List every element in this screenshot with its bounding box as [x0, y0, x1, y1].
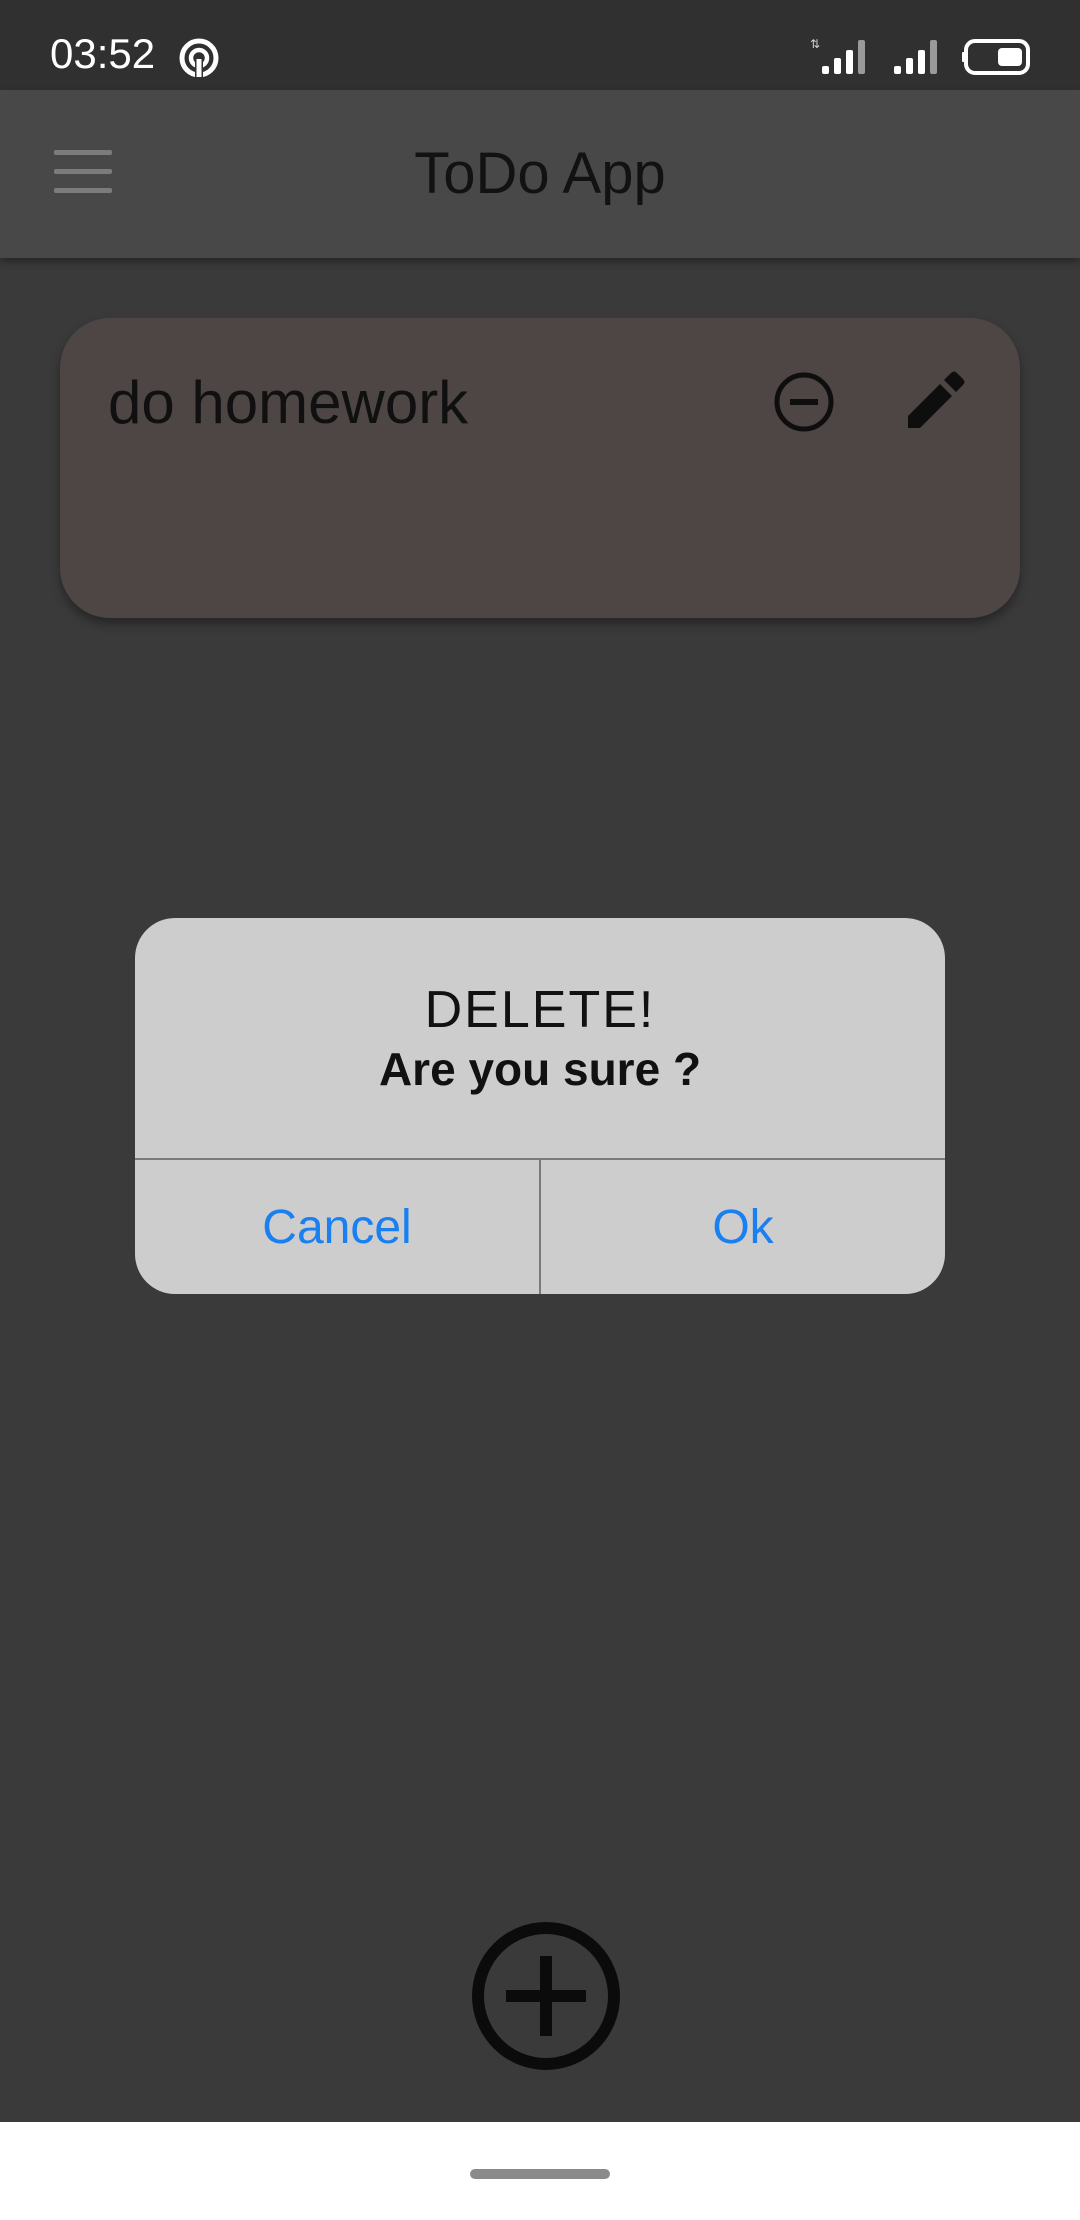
system-nav-bar	[0, 2122, 1080, 2220]
home-gesture-handle[interactable]	[470, 2169, 610, 2179]
status-bar: 03:52 ⇅	[0, 0, 1080, 90]
dialog-title: DELETE!	[424, 981, 656, 1039]
page-title: ToDo App	[414, 141, 666, 206]
ok-button[interactable]: Ok	[541, 1160, 945, 1294]
cancel-button[interactable]: Cancel	[135, 1160, 539, 1294]
signal-icon: ⇅	[810, 37, 865, 74]
dialog-message: Are you sure ?	[378, 1043, 702, 1095]
delete-confirm-dialog: DELETE! Are you sure ? Cancel Ok	[135, 918, 945, 1294]
edit-pencil-icon[interactable]	[902, 370, 966, 434]
todo-card[interactable]: do homework	[60, 318, 1020, 618]
hotspot-icon	[179, 38, 219, 79]
todo-text: do homework	[108, 369, 469, 436]
remove-circle-icon[interactable]	[772, 370, 836, 434]
add-circle-icon[interactable]	[470, 1920, 622, 2072]
battery-icon	[962, 39, 1030, 75]
signal-icon	[894, 40, 937, 74]
status-time: 03:52	[50, 30, 156, 77]
svg-text:⇅: ⇅	[810, 37, 820, 51]
app-bar: ToDo App	[0, 90, 1080, 258]
